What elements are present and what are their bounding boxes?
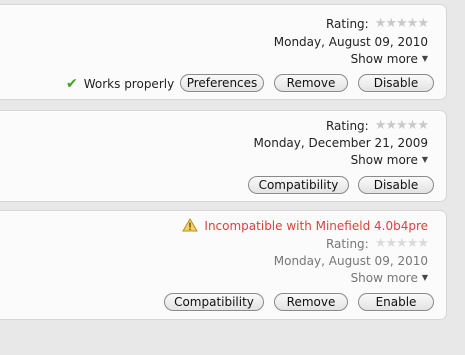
addon-item-2: Rating: ★★★★★ Monday, December 21, 2009 S… (0, 110, 447, 202)
compatibility-button[interactable]: Compatibility (164, 293, 264, 311)
chevron-down-icon: ▼ (421, 273, 428, 282)
warning-icon (182, 218, 199, 232)
compatibility-warning: Incompatible with Minefield 4.0b4pre (182, 218, 428, 234)
rating-stars[interactable]: ★★★★★ (375, 118, 429, 134)
checkmark-icon: ✔ (66, 76, 78, 92)
rating-stars[interactable]: ★★★★★ (375, 16, 429, 32)
show-more-link[interactable]: Show more ▼ (351, 270, 428, 286)
rating-row: Rating: ★★★★★ (325, 235, 429, 252)
addon-item-1: Rating: ★★★★★ Monday, August 09, 2010 Sho… (0, 4, 447, 100)
rating-label: Rating: (325, 16, 369, 31)
rating-label: Rating: (325, 118, 369, 133)
warning-text: Incompatible with Minefield 4.0b4pre (204, 219, 428, 233)
show-more-label: Show more (350, 271, 418, 285)
status-message: ✔ Works properly (66, 76, 174, 92)
show-more-label: Show more (350, 52, 418, 66)
update-date: Monday, December 21, 2009 (253, 136, 428, 150)
show-more-link[interactable]: Show more ▼ (351, 152, 428, 168)
rating-row: Rating: ★★★★★ (325, 15, 429, 32)
chevron-down-icon: ▼ (421, 54, 428, 63)
update-date: Monday, August 09, 2010 (273, 35, 428, 49)
remove-button[interactable]: Remove (274, 293, 348, 311)
rating-row: Rating: ★★★★★ (325, 117, 429, 134)
rating-label: Rating: (325, 236, 369, 251)
status-text: Works properly (83, 77, 175, 91)
update-date: Monday, August 09, 2010 (273, 254, 428, 268)
chevron-down-icon: ▼ (421, 155, 428, 164)
enable-button[interactable]: Enable (358, 293, 434, 311)
preferences-button[interactable]: Preferences (180, 74, 264, 92)
rating-stars[interactable]: ★★★★★ (375, 236, 429, 252)
addon-item-3: Incompatible with Minefield 4.0b4pre Rat… (0, 210, 447, 320)
show-more-label: Show more (350, 153, 418, 167)
disable-button[interactable]: Disable (358, 74, 434, 92)
disable-button[interactable]: Disable (358, 176, 434, 194)
show-more-link[interactable]: Show more ▼ (351, 51, 428, 67)
remove-button[interactable]: Remove (274, 74, 348, 92)
compatibility-button[interactable]: Compatibility (248, 176, 349, 194)
